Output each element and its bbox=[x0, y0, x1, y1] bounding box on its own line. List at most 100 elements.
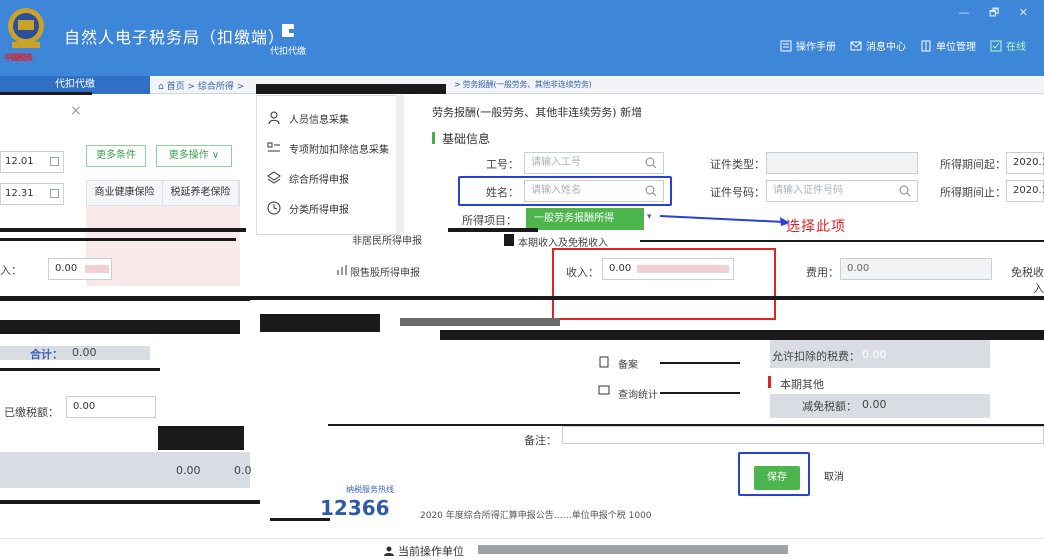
render-artifact bbox=[158, 426, 244, 450]
cert-type-select[interactable] bbox=[766, 152, 918, 174]
manual-link-label: 操作手册 bbox=[796, 42, 836, 53]
column-header: 商业健康保险 bbox=[87, 181, 163, 205]
render-artifact bbox=[0, 228, 246, 232]
unit-management-label: 单位管理 bbox=[936, 42, 976, 53]
chevron-down-icon[interactable]: ▾ bbox=[647, 212, 652, 222]
menu-item-label: 专项附加扣除信息采集 bbox=[289, 144, 389, 156]
menu-item-query[interactable]: 查询统计 bbox=[618, 386, 658, 401]
dropdown-menu: 人员信息采集 专项附加扣除信息采集 综合所得申报 分类所得申报 bbox=[256, 95, 404, 235]
user-icon bbox=[384, 546, 394, 556]
cancel-button[interactable]: 取消 bbox=[814, 466, 854, 490]
calendar-icon bbox=[50, 189, 59, 198]
tax-emblem-icon bbox=[8, 8, 44, 48]
income-item-select[interactable]: 一般劳务报酬所得 bbox=[526, 208, 644, 230]
date-start-value: 12.01 bbox=[5, 156, 34, 167]
render-artifact bbox=[270, 518, 330, 521]
render-artifact bbox=[448, 228, 538, 232]
tab-strip: 代扣代缴 ⌂ 首页 > 综合所得 > > 劳务报酬(一般劳务、其他非连续劳务) bbox=[0, 76, 1044, 94]
allowed-deduct-label: 允许扣除的税费： bbox=[772, 350, 860, 363]
section-marker bbox=[432, 132, 435, 144]
render-artifact bbox=[400, 318, 560, 326]
unit-name-redacted bbox=[478, 545, 788, 554]
row-value: 0.00 bbox=[176, 464, 201, 477]
date-end-field[interactable]: 12.31 bbox=[0, 183, 64, 205]
table-row bbox=[0, 452, 250, 488]
hotline-number: 12366 bbox=[320, 496, 390, 520]
emblem-caption: 中国税务 bbox=[4, 53, 33, 62]
input-highlight bbox=[85, 265, 109, 273]
document-icon bbox=[599, 356, 609, 368]
left-income-field[interactable]: 0.00 bbox=[48, 258, 112, 280]
left-income-value: 0.00 bbox=[55, 263, 78, 274]
menu-item-label: 综合所得申报 bbox=[289, 174, 349, 186]
section-income: 本期收入及免税收入 bbox=[518, 238, 608, 249]
income-input[interactable]: 0.00 bbox=[602, 258, 734, 280]
period-start-label: 所得期间起： bbox=[940, 158, 1006, 171]
cert-no-input[interactable]: 请输入证件号码 bbox=[766, 180, 918, 202]
menu-item-comprehensive[interactable]: 综合所得申报 bbox=[257, 164, 403, 192]
form-title: 劳务报酬(一般劳务、其他非连续劳务) 新增 bbox=[432, 106, 643, 119]
remark-label: 备注： bbox=[524, 434, 557, 447]
save-button[interactable]: 保存 bbox=[754, 466, 800, 490]
window-controls[interactable]: — 🗗 ✕ bbox=[958, 4, 1036, 23]
period-start-field[interactable]: 2020.1 bbox=[1006, 152, 1044, 174]
period-end-field[interactable]: 2020.1 bbox=[1006, 180, 1044, 202]
book-icon bbox=[780, 40, 792, 51]
menu-item-nonresident[interactable]: 非居民所得申报 bbox=[352, 232, 422, 247]
reduced-tax-value: 0.00 bbox=[862, 398, 887, 411]
render-artifact bbox=[660, 392, 740, 394]
building-icon bbox=[921, 40, 931, 51]
online-status[interactable]: 在线 bbox=[990, 38, 1026, 53]
employee-no-input[interactable]: 请输入工号 bbox=[524, 152, 664, 174]
reduced-tax-label: 减免税额： bbox=[802, 400, 857, 413]
title-bar: 中国税务 自然人电子税务局（扣缴端） 代扣代缴 操作手册 消息中心 单位管理 在… bbox=[0, 0, 1044, 76]
menu-item-restricted-stock[interactable]: 限售股所得申报 bbox=[350, 264, 420, 279]
period-end-label: 所得期间止： bbox=[940, 186, 1006, 199]
date-end-value: 12.31 bbox=[5, 188, 34, 199]
message-center-link[interactable]: 消息中心 bbox=[850, 38, 906, 53]
render-artifact bbox=[660, 362, 740, 364]
menu-item-label: 分类所得申报 bbox=[289, 204, 349, 216]
person-icon bbox=[268, 111, 280, 125]
top-links: 操作手册 消息中心 单位管理 在线 bbox=[780, 38, 1026, 53]
render-artifact bbox=[0, 296, 250, 301]
nav-withhold-button[interactable]: 代扣代缴 bbox=[266, 22, 310, 57]
breadcrumb-tail: > 劳务报酬(一般劳务、其他非连续劳务) bbox=[454, 80, 592, 89]
income-value: 0.00 bbox=[609, 263, 632, 274]
income-item-label: 所得项目： bbox=[462, 214, 517, 227]
row-value: 0.0 bbox=[234, 464, 252, 477]
search-icon bbox=[645, 185, 657, 197]
annotation-arrow bbox=[660, 215, 790, 226]
query-icon bbox=[598, 385, 610, 395]
manual-link[interactable]: 操作手册 bbox=[780, 38, 836, 53]
name-input[interactable]: 请输入姓名 bbox=[524, 180, 664, 202]
left-paid-value: 0.00 bbox=[73, 401, 96, 412]
hotline-label: 纳税服务热线 bbox=[346, 485, 394, 494]
close-icon[interactable]: × bbox=[70, 103, 82, 119]
render-artifact bbox=[256, 84, 446, 94]
current-unit-label: 当前操作单位 bbox=[398, 545, 464, 558]
date-start-field[interactable]: 12.01 bbox=[0, 151, 64, 173]
breadcrumb[interactable]: ⌂ 首页 > 综合所得 > bbox=[158, 79, 244, 92]
menu-item-classified[interactable]: 分类所得申报 bbox=[257, 194, 403, 222]
menu-item-person-info[interactable]: 人员信息采集 bbox=[257, 104, 403, 132]
left-paid-field[interactable]: 0.00 bbox=[66, 396, 156, 418]
more-conditions-button[interactable]: 更多条件 bbox=[86, 145, 146, 167]
menu-item-special-deduction[interactable]: 专项附加扣除信息采集 bbox=[257, 134, 403, 162]
nav-withhold-label: 代扣代缴 bbox=[269, 47, 306, 57]
render-artifact bbox=[0, 320, 240, 334]
more-operations-button[interactable]: 更多操作 ∨ bbox=[156, 145, 232, 167]
unit-management-link[interactable]: 单位管理 bbox=[920, 38, 976, 53]
allowed-deduct-value: 0.00 bbox=[862, 348, 887, 361]
menu-item-filing[interactable]: 备案 bbox=[618, 356, 638, 371]
online-status-icon bbox=[990, 40, 1002, 51]
cert-no-placeholder: 请输入证件号码 bbox=[773, 185, 843, 196]
input-highlight bbox=[637, 265, 729, 273]
app-title: 自然人电子税务局（扣缴端） bbox=[64, 28, 286, 47]
remark-input[interactable] bbox=[562, 426, 1044, 444]
clock-icon bbox=[267, 201, 281, 215]
menu-scrollbar[interactable] bbox=[396, 95, 404, 235]
section-basic-info: 基础信息 bbox=[442, 132, 491, 146]
mail-icon bbox=[850, 41, 862, 50]
news-ticker[interactable]: 2020 年度综合所得汇算申报公告……单位申报个税 1000 bbox=[420, 508, 1020, 522]
